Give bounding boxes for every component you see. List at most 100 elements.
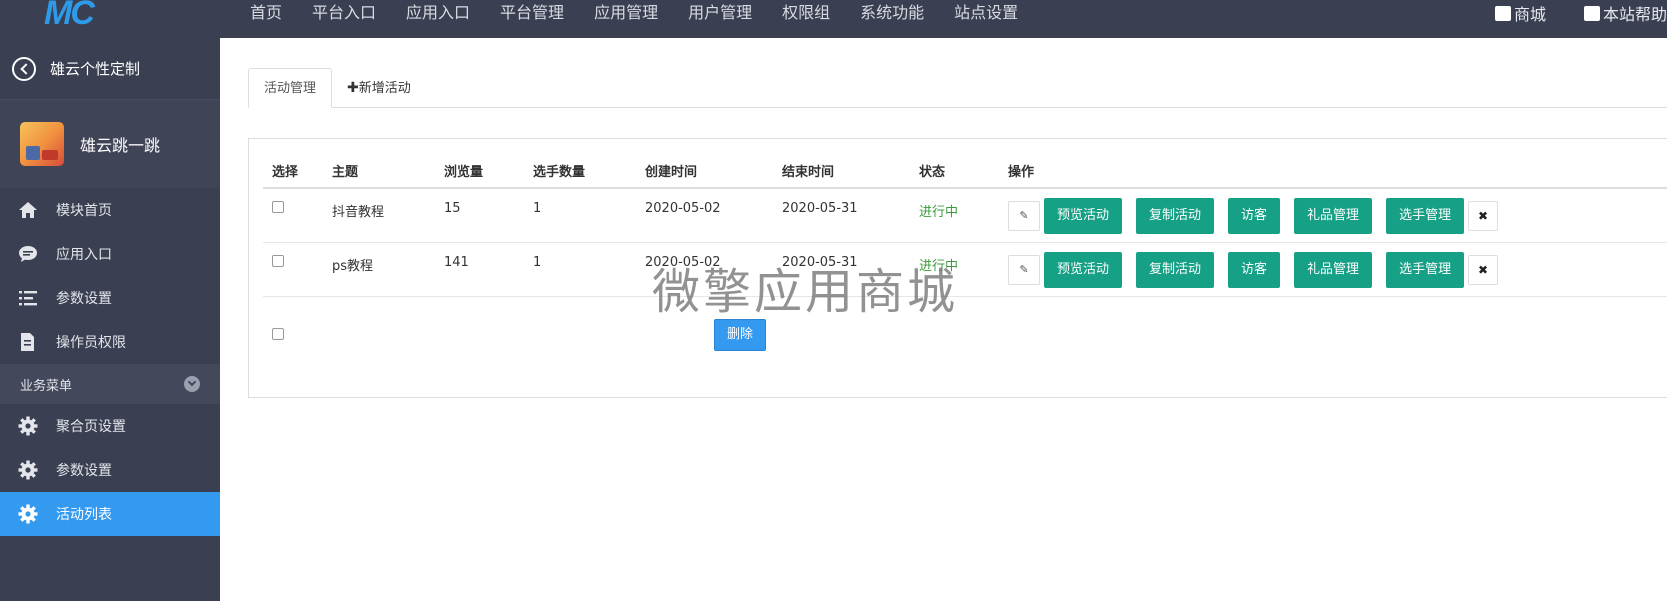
player-manage-button[interactable]: 选手管理: [1386, 251, 1465, 288]
topnav-app-entry[interactable]: 应用入口: [406, 0, 470, 38]
gift-manage-button[interactable]: 礼品管理: [1294, 197, 1373, 234]
cell-created: 2020-05-02: [645, 201, 721, 216]
cell-views: 141: [444, 255, 469, 270]
topnav-platform-entry[interactable]: 平台入口: [312, 0, 376, 38]
sidebar-item-module-home[interactable]: 模块首页: [0, 188, 220, 232]
topnav-app-manage[interactable]: 应用管理: [594, 0, 658, 38]
sidebar-app: 雄云跳一跳: [0, 100, 220, 188]
copy-activity-button[interactable]: 复制活动: [1136, 197, 1215, 234]
tab-add-label: 新增活动: [358, 81, 411, 96]
visitors-button[interactable]: 访客: [1228, 197, 1281, 234]
col-select: 选择: [272, 164, 299, 180]
sidebar-item-label: 聚合页设置: [56, 419, 126, 435]
row-checkbox[interactable]: [272, 201, 284, 213]
app-avatar: [20, 122, 64, 166]
sidebar-item-label: 应用入口: [56, 247, 112, 263]
close-icon: ✖: [1478, 262, 1489, 277]
list-icon: [18, 288, 38, 308]
sidebar-item-label: 操作员权限: [56, 335, 126, 351]
top-right-links: 商城 本站帮助: [1455, 0, 1667, 26]
cell-player-count: 1: [533, 201, 542, 216]
plus-icon: ✚: [347, 80, 359, 96]
sidebar-item-aggregate-page[interactable]: 聚合页设置: [0, 404, 220, 448]
cell-views: 15: [444, 201, 461, 216]
shop-link[interactable]: 商城: [1494, 1, 1546, 25]
gear-icon: [18, 416, 38, 436]
sidebar-section-business[interactable]: 业务菜单: [0, 364, 220, 404]
preview-activity-button[interactable]: 预览活动: [1044, 197, 1123, 234]
back-arrow-icon[interactable]: [12, 56, 36, 81]
close-icon: ✖: [1478, 208, 1489, 223]
sidebar: 雄云个性定制 雄云跳一跳 模块首页 应用入口 参数设置 操作员权限 业务菜单 聚…: [0, 38, 220, 601]
cell-status: 进行中: [919, 205, 959, 220]
help-link[interactable]: 本站帮助: [1583, 1, 1667, 25]
sidebar-item-params[interactable]: 参数设置: [0, 276, 220, 320]
topnav-permission-group[interactable]: 权限组: [782, 0, 830, 38]
home-icon: [18, 200, 38, 220]
col-end: 结束时间: [782, 164, 835, 180]
tab-bar: 活动管理 ✚新增活动: [248, 68, 1667, 108]
topnav-platform-manage[interactable]: 平台管理: [500, 0, 564, 38]
tab-add-activity[interactable]: ✚新增活动: [332, 68, 426, 108]
cell-topic: 抖音教程: [332, 205, 385, 220]
table-header: 选择 主题 浏览量 选手数量 创建时间 结束时间 状态 操作: [263, 153, 1667, 189]
tab-activity-manage[interactable]: 活动管理: [248, 68, 333, 108]
col-actions: 操作: [1008, 164, 1035, 180]
edit-button[interactable]: ✎: [1008, 200, 1040, 231]
activity-table: 选择 主题 浏览量 选手数量 创建时间 结束时间 状态 操作 抖音教程 15 1…: [263, 153, 1667, 297]
help-label: 本站帮助: [1602, 5, 1667, 24]
col-created: 创建时间: [645, 164, 698, 180]
sidebar-item-label: 参数设置: [56, 463, 112, 479]
store-icon: [1494, 5, 1511, 21]
sidebar-item-label: 模块首页: [56, 203, 112, 219]
table-row: 抖音教程 15 1 2020-05-02 2020-05-31 进行中 ✎ 预览…: [263, 189, 1667, 243]
gear-icon: [18, 504, 38, 524]
sidebar-back-label: 雄云个性定制: [50, 60, 141, 78]
delete-button[interactable]: 删除: [714, 319, 766, 351]
visitors-button[interactable]: 访客: [1228, 251, 1281, 288]
cell-topic: ps教程: [332, 259, 374, 274]
topnav-system[interactable]: 系统功能: [860, 0, 924, 38]
topnav-site-settings[interactable]: 站点设置: [954, 0, 1018, 38]
sidebar-item-param-settings[interactable]: 参数设置: [0, 448, 220, 492]
sidebar-item-operator-permission[interactable]: 操作员权限: [0, 320, 220, 364]
delete-row-button[interactable]: ✖: [1468, 254, 1499, 285]
watermark: 微擎应用商城: [652, 264, 959, 320]
sidebar-item-app-entry[interactable]: 应用入口: [0, 232, 220, 276]
sidebar-item-label: 参数设置: [56, 291, 112, 307]
copy-activity-button[interactable]: 复制活动: [1136, 251, 1215, 288]
cell-player-count: 1: [533, 255, 542, 270]
topnav-home[interactable]: 首页: [250, 0, 282, 38]
top-nav: 首页 平台入口 应用入口 平台管理 应用管理 用户管理 权限组 系统功能 站点设…: [250, 0, 1048, 38]
brand-logo[interactable]: MC: [44, 0, 95, 33]
row-actions: ✎ 预览活动 复制活动 访客 礼品管理 选手管理 ✖: [1008, 197, 1667, 234]
edit-button[interactable]: ✎: [1008, 254, 1040, 285]
top-bar: MC 首页 平台入口 应用入口 平台管理 应用管理 用户管理 权限组 系统功能 …: [0, 0, 1667, 38]
main-content: 活动管理 ✚新增活动 选择 主题 浏览量 选手数量 创建时间 结束时间 状态 操…: [220, 38, 1667, 601]
col-player-count: 选手数量: [533, 164, 586, 180]
cell-end: 2020-05-31: [782, 201, 858, 216]
document-icon: [18, 332, 38, 352]
gift-manage-button[interactable]: 礼品管理: [1294, 251, 1373, 288]
sidebar-item-activity-list[interactable]: 活动列表: [0, 492, 220, 536]
col-status: 状态: [919, 164, 946, 180]
bag-icon: [1583, 5, 1600, 21]
player-manage-button[interactable]: 选手管理: [1386, 197, 1465, 234]
table-row: ps教程 141 1 2020-05-02 2020-05-31 进行中 ✎ 预…: [263, 243, 1667, 297]
preview-activity-button[interactable]: 预览活动: [1044, 251, 1123, 288]
topnav-user-manage[interactable]: 用户管理: [688, 0, 752, 38]
app-name: 雄云跳一跳: [80, 136, 161, 155]
sidebar-section-label: 业务菜单: [20, 378, 73, 394]
chevron-down-icon[interactable]: [184, 376, 200, 392]
shop-label: 商城: [1513, 5, 1546, 24]
select-all-checkbox[interactable]: [272, 328, 284, 340]
sidebar-item-label: 活动列表: [56, 507, 112, 523]
delete-row-button[interactable]: ✖: [1468, 200, 1499, 231]
edit-icon: ✎: [1019, 263, 1029, 276]
row-checkbox[interactable]: [272, 255, 284, 267]
sidebar-back[interactable]: 雄云个性定制: [0, 38, 220, 100]
gear-icon: [18, 460, 38, 480]
col-topic: 主题: [332, 164, 359, 180]
chat-icon: [18, 244, 38, 264]
edit-icon: ✎: [1019, 209, 1029, 222]
